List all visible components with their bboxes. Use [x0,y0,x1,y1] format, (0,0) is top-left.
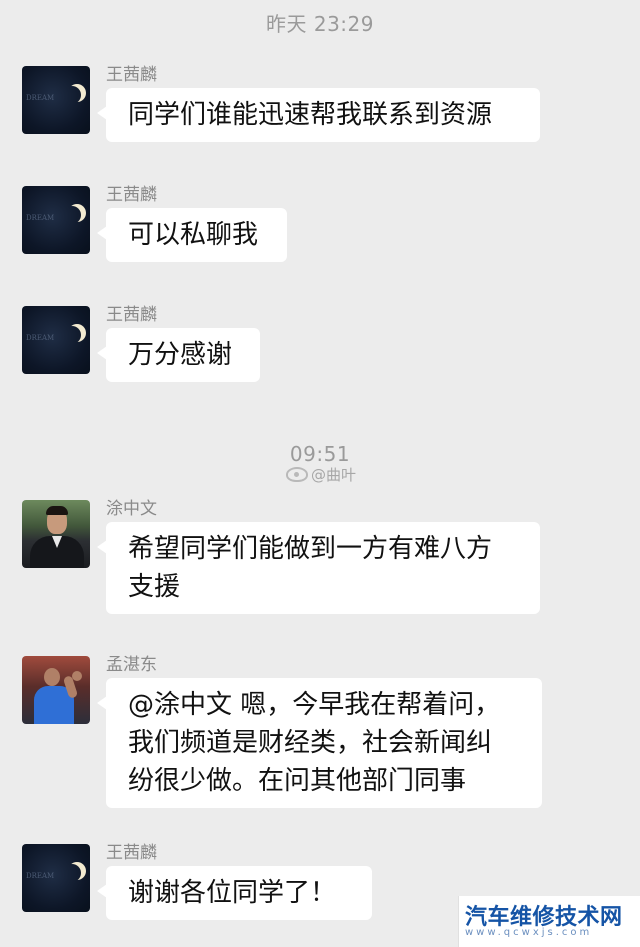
weibo-icon [286,467,308,482]
sender-name: 王茜麟 [106,305,157,325]
avatar-figure [44,668,60,686]
message-bubble[interactable]: 同学们谁能迅速帮我联系到资源 [97,88,540,142]
moon-icon [63,326,81,344]
weibo-watermark: @曲叶 [286,464,356,485]
sender-avatar[interactable] [22,656,90,724]
avatar-figure [72,671,82,681]
sender-avatar[interactable]: DREAM [22,66,90,134]
site-logo-watermark: 汽车维修技术网 www.qcwxjs.com [458,896,640,947]
message-bubble[interactable]: 万分感谢 [97,328,260,382]
sender-name: 王茜麟 [106,65,157,85]
message-bubble[interactable]: @涂中文 嗯，今早我在帮着问， 我们频道是财经类，社会新闻纠 纷很少做。在问其他… [97,678,542,808]
avatar-figure [46,506,68,515]
moon-icon [63,206,81,224]
timestamp-morning: 09:51 [289,442,351,466]
avatar-text-decoration: DREAM [26,334,55,342]
sender-avatar[interactable]: DREAM [22,186,90,254]
timestamp-yesterday: 昨天 23:29 [266,12,374,36]
avatar-text-decoration: DREAM [26,872,55,880]
sender-avatar[interactable]: DREAM [22,844,90,912]
weibo-handle: @曲叶 [311,466,357,484]
sender-name: 王茜麟 [106,843,157,863]
sender-avatar[interactable] [22,500,90,568]
moon-icon [63,864,81,882]
moon-icon [63,86,81,104]
message-bubble[interactable]: 可以私聊我 [97,208,287,262]
site-logo-url: www.qcwxjs.com [465,927,593,938]
sender-name: 王茜麟 [106,185,157,205]
avatar-text-decoration: DREAM [26,94,55,102]
message-bubble[interactable]: 希望同学们能做到一方有难八方 支援 [97,522,540,614]
message-bubble[interactable]: 谢谢各位同学了！ [97,866,372,920]
sender-avatar[interactable]: DREAM [22,306,90,374]
sender-name: 涂中文 [106,499,157,519]
avatar-text-decoration: DREAM [26,214,55,222]
sender-name: 孟湛东 [106,655,157,675]
